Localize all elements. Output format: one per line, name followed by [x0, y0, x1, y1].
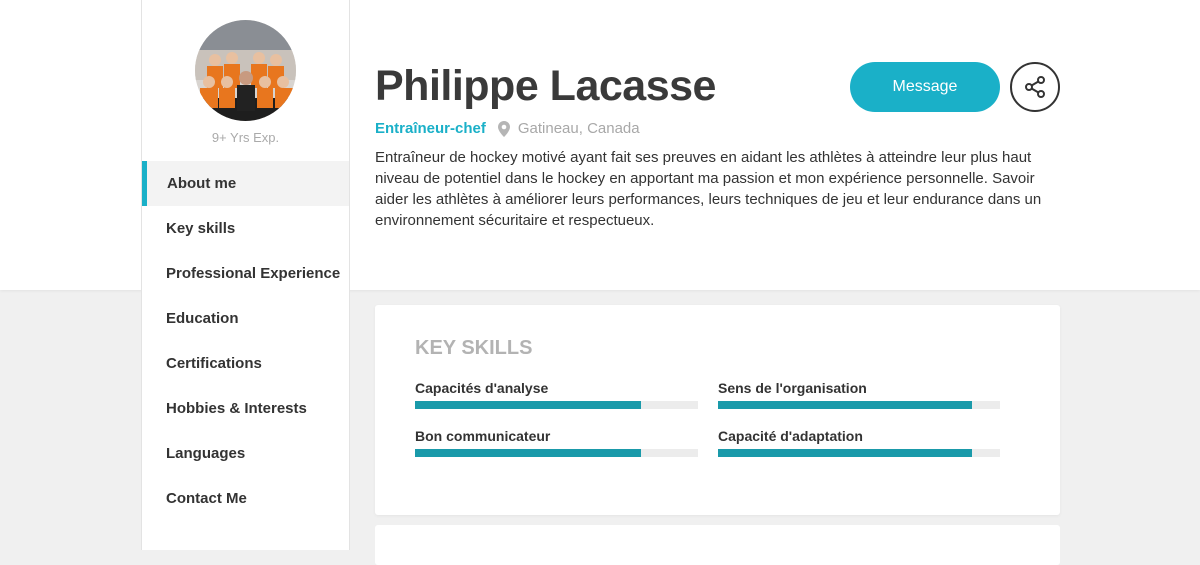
skill-label: Capacité d'adaptation	[718, 428, 863, 444]
nav-item-about-me[interactable]: About me	[142, 161, 349, 206]
skill-label: Sens de l'organisation	[718, 380, 867, 396]
sidebar: 9+ Yrs Exp. About me Key skills Professi…	[141, 0, 350, 550]
skill-label: Bon communicateur	[415, 428, 551, 444]
team-photo	[195, 20, 296, 121]
key-skills-title: KEY SKILLS	[415, 337, 533, 359]
profile-subline: Entraîneur-chef Gatineau, Canada	[375, 120, 640, 137]
skill-bar	[415, 449, 698, 457]
profile-name: Philippe Lacasse	[375, 62, 716, 110]
share-icon	[1025, 76, 1045, 98]
experience-years: 9+ Yrs Exp.	[211, 130, 280, 145]
nav-item-hobbies-interests[interactable]: Hobbies & Interests	[142, 386, 349, 431]
skill-bar-fill	[415, 449, 642, 457]
skill-bar-fill	[718, 449, 972, 457]
location-pin-icon	[497, 120, 510, 137]
skill-item: Bon communicateur	[415, 428, 698, 457]
nav-item-key-skills[interactable]: Key skills	[142, 206, 349, 251]
nav-item-education[interactable]: Education	[142, 296, 349, 341]
share-button[interactable]	[1010, 62, 1060, 112]
nav-item-professional-experience[interactable]: Professional Experience	[142, 251, 349, 296]
sidebar-nav: About me Key skills Professional Experie…	[142, 161, 349, 521]
skill-item: Capacité d'adaptation	[718, 428, 1000, 457]
skill-bar-fill	[718, 401, 972, 409]
skill-bar-fill	[415, 401, 642, 409]
skill-bar	[718, 449, 1000, 457]
nav-item-certifications[interactable]: Certifications	[142, 341, 349, 386]
profile-role: Entraîneur-chef	[375, 120, 486, 137]
nav-item-languages[interactable]: Languages	[142, 431, 349, 476]
skill-item: Sens de l'organisation	[718, 380, 1000, 409]
next-section-card	[375, 525, 1060, 565]
nav-item-contact-me[interactable]: Contact Me	[142, 476, 349, 521]
skill-bar	[415, 401, 698, 409]
skill-item: Capacités d'analyse	[415, 380, 698, 409]
message-button[interactable]: Message	[850, 62, 1000, 112]
profile-location: Gatineau, Canada	[517, 120, 640, 137]
skill-bar	[718, 401, 1000, 409]
avatar	[195, 20, 296, 121]
profile-bio: Entraîneur de hockey motivé ayant fait s…	[375, 149, 1042, 229]
key-skills-card: KEY SKILLS Capacités d'analyse Sens de l…	[375, 305, 1060, 515]
skill-label: Capacités d'analyse	[415, 380, 549, 396]
